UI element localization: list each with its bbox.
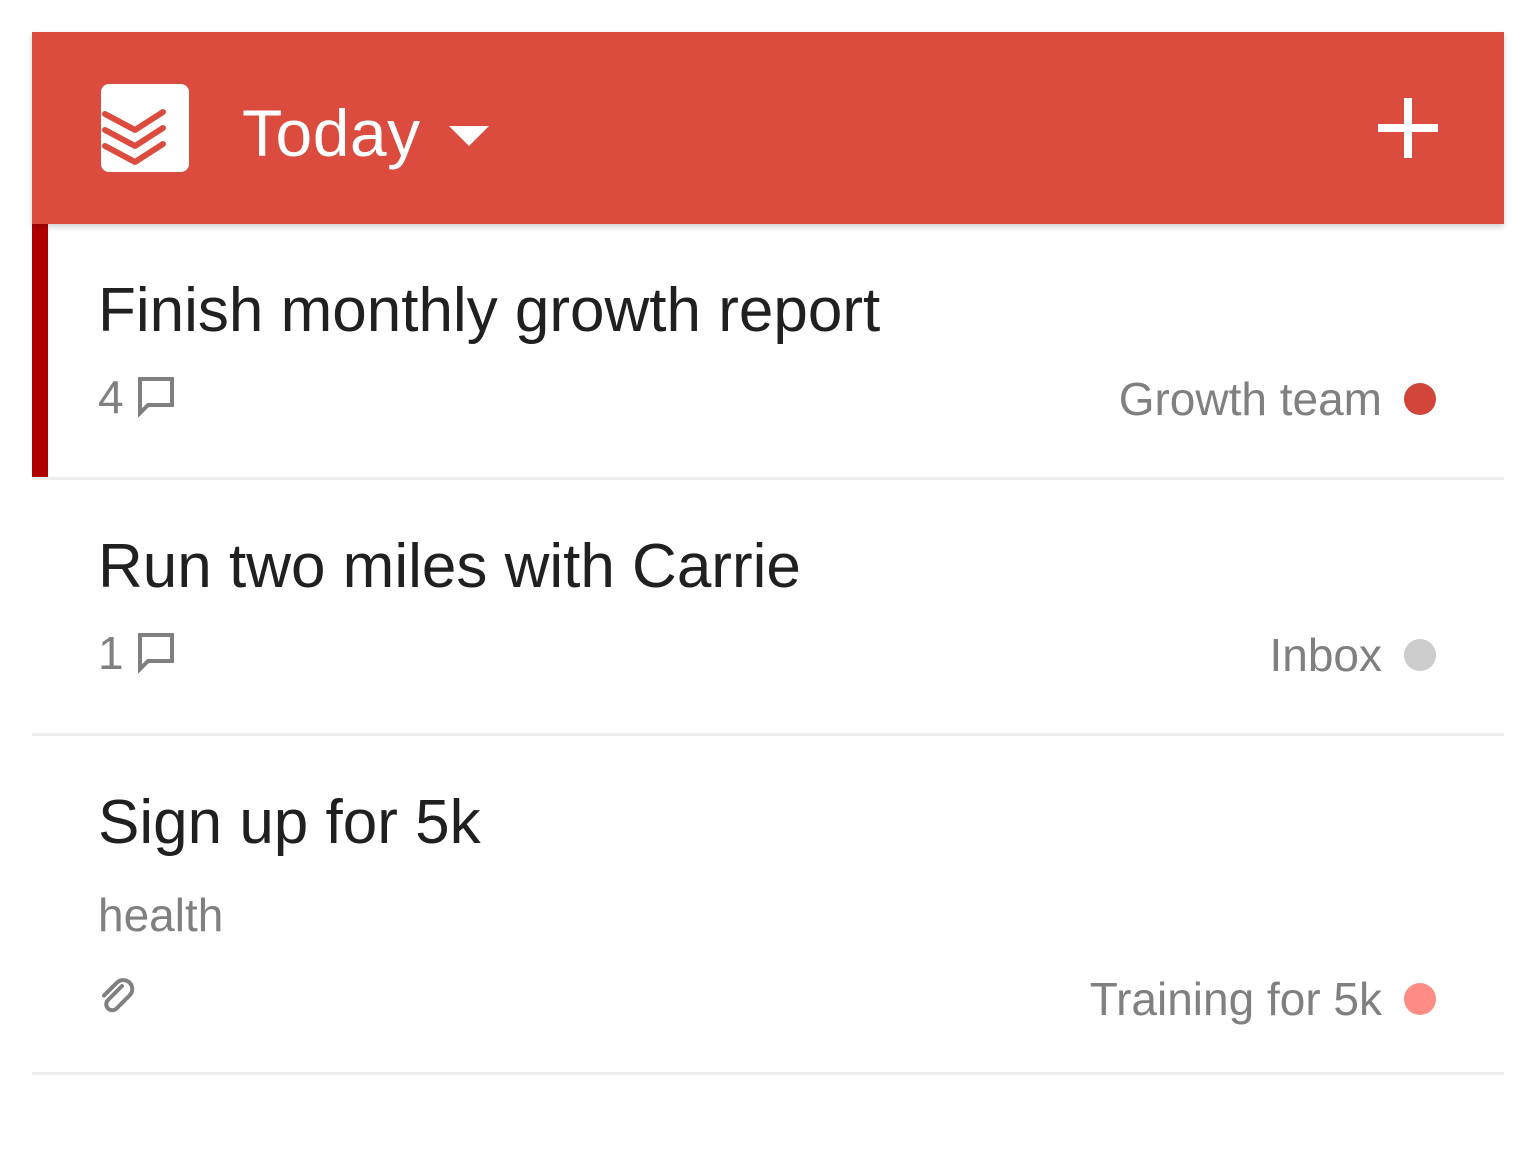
project-tag[interactable]: Inbox [1269,632,1436,678]
task-title: Finish monthly growth report [98,276,881,345]
plus-icon [1378,98,1438,158]
comment-icon [137,377,174,418]
comment-count: 4 [98,371,124,423]
project-tag[interactable]: Growth team [1119,376,1436,422]
todoist-widget: Today Finish monthly growth report 4 Gro… [32,32,1504,1075]
task-title: Run two miles with Carrie [98,532,801,601]
task-item[interactable]: Finish monthly growth report 4 Growth te… [32,224,1504,480]
project-color-dot [1404,639,1436,671]
project-color-dot [1404,983,1436,1015]
add-task-button[interactable] [1372,92,1444,164]
project-tag[interactable]: Training for 5k [1090,976,1436,1022]
paperclip-icon[interactable] [94,972,138,1016]
comment-icon [137,633,174,674]
task-item[interactable]: Run two miles with Carrie 1 Inbox [32,480,1504,736]
priority-indicator [32,224,48,477]
project-name: Training for 5k [1089,973,1382,1025]
project-name: Inbox [1269,629,1382,681]
todoist-logo-icon[interactable] [101,84,189,172]
view-title: Today [242,96,421,170]
project-name: Growth team [1118,373,1382,425]
caret-down-icon [448,126,489,146]
task-title: Sign up for 5k [98,788,481,857]
comment-count: 1 [98,627,124,679]
header-bar: Today [32,32,1504,224]
task-item[interactable]: Sign up for 5k health Training for 5k [32,736,1504,1075]
project-selector[interactable]: Today [242,88,489,178]
task-list: Finish monthly growth report 4 Growth te… [32,224,1504,1075]
comment-indicator[interactable]: 4 [98,374,176,420]
comment-indicator[interactable]: 1 [98,630,176,676]
project-color-dot [1404,383,1436,415]
task-label[interactable]: health [98,892,223,938]
